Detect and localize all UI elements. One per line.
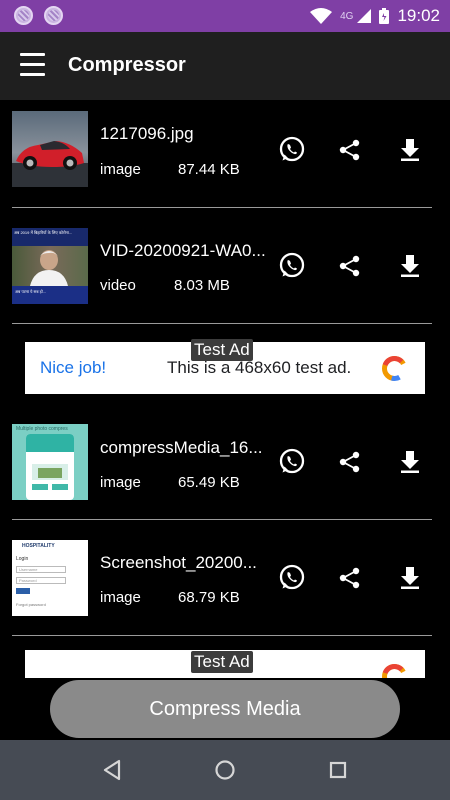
home-icon[interactable] <box>213 758 237 782</box>
status-bar: 4G 19:02 <box>0 0 450 32</box>
whatsapp-icon <box>279 564 305 590</box>
file-type: image <box>100 589 141 606</box>
signal-icon <box>357 9 372 23</box>
share-icon <box>339 567 360 589</box>
thumbnail-field: Username <box>16 566 66 573</box>
ad-label: Test Ad <box>191 339 253 361</box>
share-icon <box>339 139 360 161</box>
divider <box>12 519 432 520</box>
whatsapp-icon <box>279 252 305 278</box>
battery-icon <box>379 8 390 24</box>
file-size: 68.79 KB <box>178 589 240 606</box>
ad-headline: Nice job! <box>40 358 107 377</box>
share-icon <box>339 255 360 277</box>
file-name: compressMedia_16... <box>100 438 263 457</box>
list-item[interactable]: अब 2019 में बिहारियों के लिए कोरोना... अ… <box>0 216 450 332</box>
download-button[interactable] <box>393 561 427 595</box>
file-name: VID-20200921-WA0... <box>100 241 266 260</box>
whatsapp-share-button[interactable] <box>275 249 309 283</box>
ad-label: Test Ad <box>191 651 253 673</box>
image-thumbnail[interactable]: HOSPITALITY Login Username Password Forg… <box>12 540 88 616</box>
divider <box>12 323 432 324</box>
divider <box>12 207 432 208</box>
ad-body: This is a 468x60 test ad. <box>167 358 352 377</box>
menu-icon[interactable] <box>20 53 45 77</box>
thumbnail-caption: Multiple photo compres <box>16 426 68 432</box>
notification-icon <box>14 6 33 25</box>
wifi-icon <box>310 8 333 24</box>
download-button[interactable] <box>393 445 427 479</box>
back-icon[interactable] <box>101 758 125 782</box>
person-image <box>30 250 68 286</box>
ad-logo-icon <box>382 664 407 678</box>
file-type: image <box>100 161 141 178</box>
whatsapp-share-button[interactable] <box>275 445 309 479</box>
download-icon <box>401 451 419 473</box>
clock: 19:02 <box>397 6 440 25</box>
file-size: 87.44 KB <box>178 161 240 178</box>
download-button[interactable] <box>393 133 427 167</box>
share-button[interactable] <box>333 249 367 283</box>
thumbnail-login: Login <box>16 556 29 562</box>
recents-icon[interactable] <box>326 758 350 782</box>
list-item[interactable]: 1217096.jpg image 87.44 KB <box>0 100 450 216</box>
thumbnail-footer: Forgot password <box>16 602 46 607</box>
list-item[interactable]: HOSPITALITY Login Username Password Forg… <box>0 529 450 645</box>
image-thumbnail[interactable] <box>12 111 88 187</box>
whatsapp-share-button[interactable] <box>275 561 309 595</box>
compress-media-button[interactable]: Compress Media <box>50 680 400 738</box>
car-image <box>12 141 88 187</box>
whatsapp-share-button[interactable] <box>275 133 309 167</box>
page-title: Compressor <box>68 54 186 76</box>
file-size: 8.03 MB <box>174 277 230 294</box>
download-button[interactable] <box>393 249 427 283</box>
navigation-bar <box>0 740 450 800</box>
divider <box>12 635 432 636</box>
download-icon <box>401 139 419 161</box>
thumbnail-brand: HOSPITALITY <box>22 543 55 549</box>
file-type: image <box>100 474 141 491</box>
file-name: Screenshot_20200... <box>100 553 257 572</box>
thumbnail-field: Password <box>16 577 66 584</box>
share-icon <box>339 451 360 473</box>
video-caption: अब 2019 में बिहारियों के लिए कोरोना... <box>12 228 88 246</box>
media-list[interactable]: 1217096.jpg image 87.44 KB अब 2019 में ब… <box>0 100 450 678</box>
whatsapp-icon <box>279 136 305 162</box>
phone-mockup <box>26 434 74 500</box>
list-item[interactable]: Multiple photo compres compressMedia_16.… <box>0 413 450 529</box>
network-type: 4G <box>340 10 354 22</box>
video-subcaption: अब पटना ये सब हो... <box>12 286 88 304</box>
download-icon <box>401 567 419 589</box>
share-button[interactable] <box>333 445 367 479</box>
file-type: video <box>100 277 136 294</box>
whatsapp-icon <box>279 448 305 474</box>
video-thumbnail[interactable]: अब 2019 में बिहारियों के लिए कोरोना... अ… <box>12 228 88 304</box>
share-button[interactable] <box>333 561 367 595</box>
image-thumbnail[interactable]: Multiple photo compres <box>12 424 88 500</box>
file-name: 1217096.jpg <box>100 124 194 143</box>
notification-icon <box>44 6 63 25</box>
file-size: 65.49 KB <box>178 474 240 491</box>
share-button[interactable] <box>333 133 367 167</box>
download-icon <box>401 255 419 277</box>
ad-logo-icon <box>382 356 407 381</box>
app-bar: Compressor <box>0 32 450 100</box>
